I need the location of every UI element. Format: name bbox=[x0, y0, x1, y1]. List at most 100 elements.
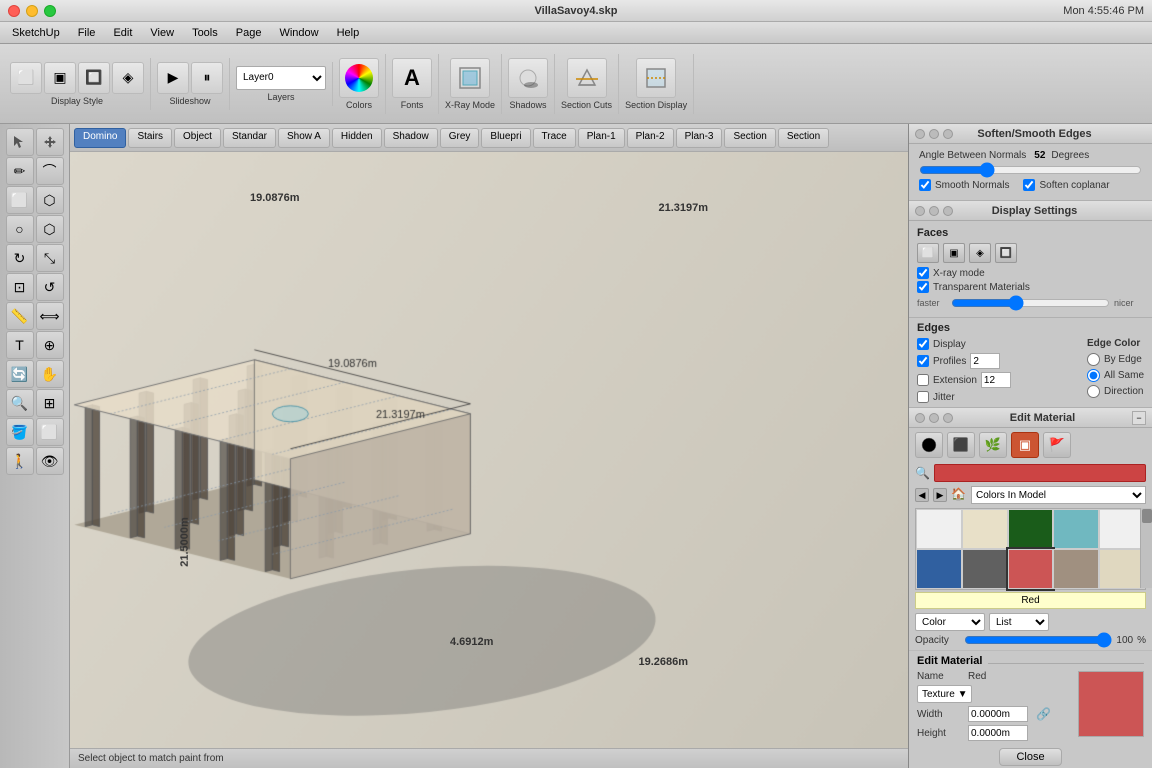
nav-forward[interactable]: ▶ bbox=[933, 488, 947, 502]
move-tool[interactable] bbox=[36, 128, 64, 156]
ds-dot-2[interactable] bbox=[929, 206, 939, 216]
panel-dot-2[interactable] bbox=[929, 129, 939, 139]
polygon-tool[interactable]: ⬡ bbox=[36, 215, 64, 243]
zoom-window-tool[interactable]: ⊞ bbox=[36, 389, 64, 417]
follow-me-tool[interactable]: ↺ bbox=[36, 273, 64, 301]
swatch-red[interactable] bbox=[1008, 549, 1054, 589]
extension-checkbox[interactable] bbox=[917, 374, 929, 386]
material-category-dropdown[interactable]: Colors In Model bbox=[971, 486, 1146, 504]
menu-help[interactable]: Help bbox=[329, 26, 368, 40]
profiles-value[interactable] bbox=[970, 353, 1000, 369]
height-input[interactable] bbox=[968, 725, 1028, 741]
jitter-checkbox[interactable] bbox=[917, 391, 929, 403]
swatch-light-tan[interactable] bbox=[1099, 549, 1145, 589]
colors-tab[interactable] bbox=[915, 432, 943, 458]
arc-tool[interactable]: ⌒ bbox=[36, 157, 64, 185]
viewport[interactable]: 19.0876m 21.3197m 21.5000m 4.6912m 19.26… bbox=[70, 152, 908, 748]
swatch-white2[interactable] bbox=[1099, 509, 1145, 549]
section-display-btn[interactable] bbox=[636, 58, 676, 98]
style-hidden[interactable]: Hidden bbox=[332, 128, 382, 148]
flag-tab[interactable]: 🚩 bbox=[1043, 432, 1071, 458]
style-show-a[interactable]: Show A bbox=[278, 128, 330, 148]
em-dot-2[interactable] bbox=[929, 413, 939, 423]
menu-edit[interactable]: Edit bbox=[105, 26, 140, 40]
pan-tool[interactable]: ✋ bbox=[36, 360, 64, 388]
face-icon-1[interactable]: ⬜ bbox=[917, 243, 939, 263]
display-style-btn-3[interactable]: 🔲 bbox=[78, 62, 110, 94]
terrain-tab[interactable]: ▣ bbox=[1011, 432, 1039, 458]
play-btn[interactable]: ▶ bbox=[157, 62, 189, 94]
menu-file[interactable]: File bbox=[70, 26, 104, 40]
extension-value[interactable] bbox=[981, 372, 1011, 388]
panel-dot-1[interactable] bbox=[915, 129, 925, 139]
ds-dot-1[interactable] bbox=[915, 206, 925, 216]
ds-dot-3[interactable] bbox=[943, 206, 953, 216]
rotate-tool[interactable]: ↻ bbox=[6, 244, 34, 272]
style-grey[interactable]: Grey bbox=[440, 128, 480, 148]
fonts-btn[interactable]: A bbox=[392, 58, 432, 98]
maximize-button[interactable] bbox=[44, 5, 56, 17]
shadows-btn[interactable] bbox=[508, 58, 548, 98]
menu-sketchup[interactable]: SketchUp bbox=[4, 26, 68, 40]
by-edge-radio[interactable] bbox=[1087, 353, 1100, 366]
colors-btn[interactable] bbox=[339, 58, 379, 98]
em-dot-1[interactable] bbox=[915, 413, 925, 423]
edges-display-checkbox[interactable] bbox=[917, 338, 929, 350]
scale-tool[interactable]: ⤡ bbox=[36, 244, 64, 272]
width-input[interactable] bbox=[968, 706, 1028, 722]
axes-tool[interactable]: ⊕ bbox=[36, 331, 64, 359]
nav-back[interactable]: ◀ bbox=[915, 488, 929, 502]
display-style-btn-4[interactable]: ◈ bbox=[112, 62, 144, 94]
select-tool[interactable] bbox=[6, 128, 34, 156]
color-mode-dropdown[interactable]: Color bbox=[915, 613, 985, 631]
brick-tab[interactable]: ⬛ bbox=[947, 432, 975, 458]
texture-button[interactable]: Texture ▼ bbox=[917, 685, 972, 703]
look-around-tool[interactable]: 👁 bbox=[36, 447, 64, 475]
style-shadow[interactable]: Shadow bbox=[384, 128, 438, 148]
display-style-btn-1[interactable]: ⬜ bbox=[10, 62, 42, 94]
transparent-materials-checkbox[interactable] bbox=[917, 281, 929, 293]
swatch-tan[interactable] bbox=[1053, 549, 1099, 589]
quality-slider[interactable] bbox=[951, 297, 1110, 309]
profiles-checkbox[interactable] bbox=[917, 355, 929, 367]
face-icon-2[interactable]: ▣ bbox=[943, 243, 965, 263]
swatch-dark-grey[interactable] bbox=[962, 549, 1008, 589]
swatch-dark-green[interactable] bbox=[1008, 509, 1054, 549]
layers-dropdown[interactable]: Layer0 bbox=[236, 66, 326, 90]
menu-page[interactable]: Page bbox=[228, 26, 270, 40]
face-icon-4[interactable]: 🔲 bbox=[995, 243, 1017, 263]
link-icon[interactable]: 🔗 bbox=[1036, 707, 1051, 721]
material-search-bar[interactable] bbox=[934, 464, 1146, 482]
menu-view[interactable]: View bbox=[142, 26, 182, 40]
walk-tool[interactable]: 🚶 bbox=[6, 447, 34, 475]
swatch-cream[interactable] bbox=[962, 509, 1008, 549]
nav-home[interactable]: 🏠 bbox=[951, 487, 967, 503]
swatch-white[interactable] bbox=[916, 509, 962, 549]
push-pull-tool[interactable]: ⬡ bbox=[36, 186, 64, 214]
pause-btn[interactable]: ⏸ bbox=[191, 62, 223, 94]
swatches-scrollbar[interactable] bbox=[1140, 508, 1152, 588]
style-section-2[interactable]: Section bbox=[778, 128, 829, 148]
dimension-tool[interactable]: ⟺ bbox=[36, 302, 64, 330]
smooth-normals-checkbox[interactable] bbox=[919, 179, 931, 191]
all-same-radio[interactable] bbox=[1087, 369, 1100, 382]
close-button[interactable]: Close bbox=[999, 748, 1061, 766]
collapse-btn[interactable]: − bbox=[1132, 411, 1146, 425]
panel-dot-3[interactable] bbox=[943, 129, 953, 139]
style-trace[interactable]: Trace bbox=[533, 128, 576, 148]
circle-tool[interactable]: ○ bbox=[6, 215, 34, 243]
tape-tool[interactable]: 📏 bbox=[6, 302, 34, 330]
style-stairs[interactable]: Stairs bbox=[128, 128, 172, 148]
orbit-tool[interactable]: 🔄 bbox=[6, 360, 34, 388]
opacity-slider[interactable] bbox=[964, 634, 1112, 646]
style-plan-2[interactable]: Plan-2 bbox=[627, 128, 674, 148]
em-dot-3[interactable] bbox=[943, 413, 953, 423]
direction-radio[interactable] bbox=[1087, 385, 1100, 398]
section-cuts-btn[interactable] bbox=[567, 58, 607, 98]
xray-btn[interactable] bbox=[450, 58, 490, 98]
list-mode-dropdown[interactable]: List bbox=[989, 613, 1049, 631]
style-section-1[interactable]: Section bbox=[724, 128, 775, 148]
minimize-button[interactable] bbox=[26, 5, 38, 17]
swatch-light-blue[interactable] bbox=[1053, 509, 1099, 549]
offset-tool[interactable]: ⊡ bbox=[6, 273, 34, 301]
